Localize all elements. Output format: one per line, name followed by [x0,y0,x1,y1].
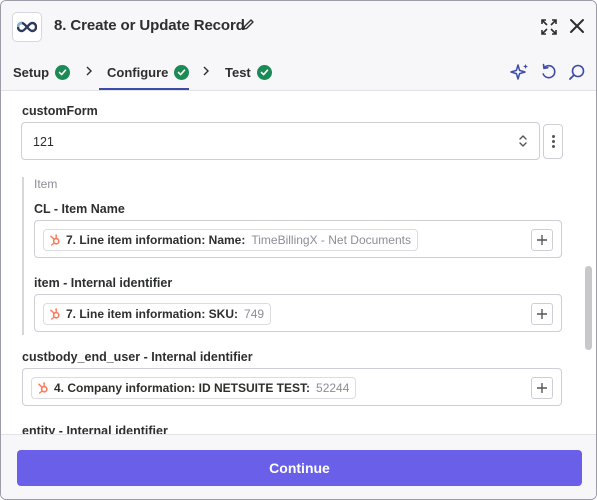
page-title: 8. Create or Update Record [54,17,245,34]
tab-setup[interactable]: Setup [13,53,71,91]
group-label: Item [34,177,58,191]
plus-icon [537,309,547,319]
chevron-right-icon [86,66,92,76]
pill-label: 7. Line item information: SKU: [66,307,239,321]
pill-value: TimeBillingX - Net Documents [251,233,411,247]
add-field-button[interactable] [531,229,553,251]
footer: Continue [1,434,596,499]
tab-label: Setup [13,64,50,80]
search-icon[interactable] [567,62,587,82]
mapped-value-pill[interactable]: 7. Line item information: SKU: 749 [43,303,272,325]
field-label: CL - Item Name [34,202,125,216]
chevron-right-icon [203,66,209,76]
pencil-icon[interactable] [242,18,255,31]
field-label: entity - Internal identifier [22,424,168,434]
ai-sparkle-icon[interactable] [510,62,530,82]
mapped-value-pill[interactable]: 4. Company information: ID NETSUITE TEST… [31,377,357,399]
refresh-icon[interactable] [539,62,559,82]
scrollbar-thumb[interactable] [585,266,592,350]
form-content[interactable]: customForm 121 Item CL - Item Name 7. Li… [1,91,596,434]
check-circle-icon [55,64,71,80]
tab-test[interactable]: Test [225,53,272,91]
pill-value: 749 [244,307,265,321]
group-divider [22,177,24,335]
app-logo [12,12,42,42]
plus-icon [537,235,547,245]
close-icon[interactable] [568,17,586,35]
tab-configure[interactable]: Configure [107,53,190,91]
custom-form-select[interactable]: 121 [21,122,540,160]
end-user-field[interactable]: 4. Company information: ID NETSUITE TEST… [22,368,562,406]
plus-icon [537,383,547,393]
add-field-button[interactable] [531,303,553,325]
dot [551,145,555,148]
hubspot-icon [38,382,48,394]
editor-panel: 8. Create or Update Record Setup Configu… [0,0,597,500]
tab-label: Test [225,64,251,80]
tab-label: Configure [107,64,169,80]
chevron-up-down-icon [519,135,527,147]
hubspot-icon [50,234,60,246]
field-label: custbody_end_user - Internal identifier [22,350,253,364]
header: 8. Create or Update Record [1,1,596,53]
check-circle-icon [174,64,190,80]
step-tabs: Setup Configure Test [1,53,596,91]
hubspot-icon [50,308,60,320]
expand-icon[interactable] [539,17,559,37]
infinity-logo-icon [17,21,37,33]
pill-value: 52244 [316,381,350,395]
dot [551,135,555,138]
pill-label: 4. Company information: ID NETSUITE TEST… [54,381,311,395]
item-id-field[interactable]: 7. Line item information: SKU: 749 [34,294,562,332]
field-label: item - Internal identifier [34,276,173,290]
select-value: 121 [33,135,54,149]
active-tab-indicator [99,88,189,90]
check-circle-icon [256,64,272,80]
continue-button[interactable]: Continue [17,450,582,486]
add-field-button[interactable] [531,377,553,399]
field-label: customForm [22,104,98,118]
item-name-field[interactable]: 7. Line item information: Name: TimeBill… [34,220,562,258]
mapped-value-pill[interactable]: 7. Line item information: Name: TimeBill… [43,229,418,251]
dot [551,140,555,143]
pill-label: 7. Line item information: Name: [66,233,246,247]
more-options-button[interactable] [543,124,563,159]
